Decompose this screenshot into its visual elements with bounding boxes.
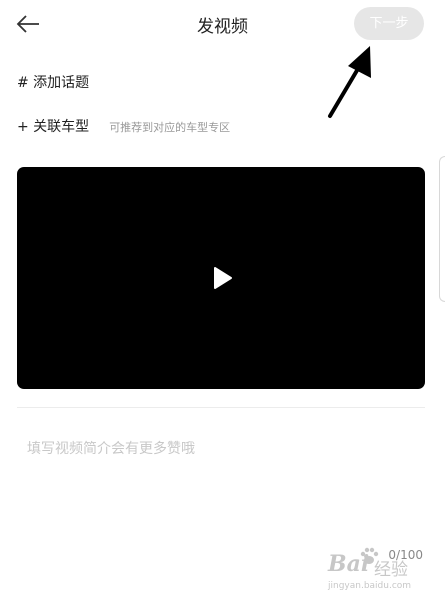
add-topic-link[interactable]: # 添加话题 <box>17 72 89 92</box>
link-car-button[interactable]: + 关联车型 <box>17 116 89 136</box>
top-bar: 发视频 下一步 <box>0 0 445 48</box>
watermark-logo: Bai 经验 jingyan.baidu.com <box>322 545 432 595</box>
divider <box>17 407 425 408</box>
scroll-handle[interactable] <box>439 156 445 302</box>
link-car-hint: 可推荐到对应的车型专区 <box>109 121 231 134</box>
arrow-pointer-icon <box>328 46 371 118</box>
watermark-url: jingyan.baidu.com <box>328 581 412 591</box>
play-icon[interactable] <box>213 266 233 290</box>
video-preview[interactable] <box>17 167 425 389</box>
next-step-button[interactable]: 下一步 <box>354 7 424 40</box>
watermark-cn: 经验 <box>374 560 408 580</box>
link-car-row: + 关联车型 可推荐到对应的车型专区 <box>17 116 230 136</box>
description-input[interactable] <box>17 430 425 540</box>
